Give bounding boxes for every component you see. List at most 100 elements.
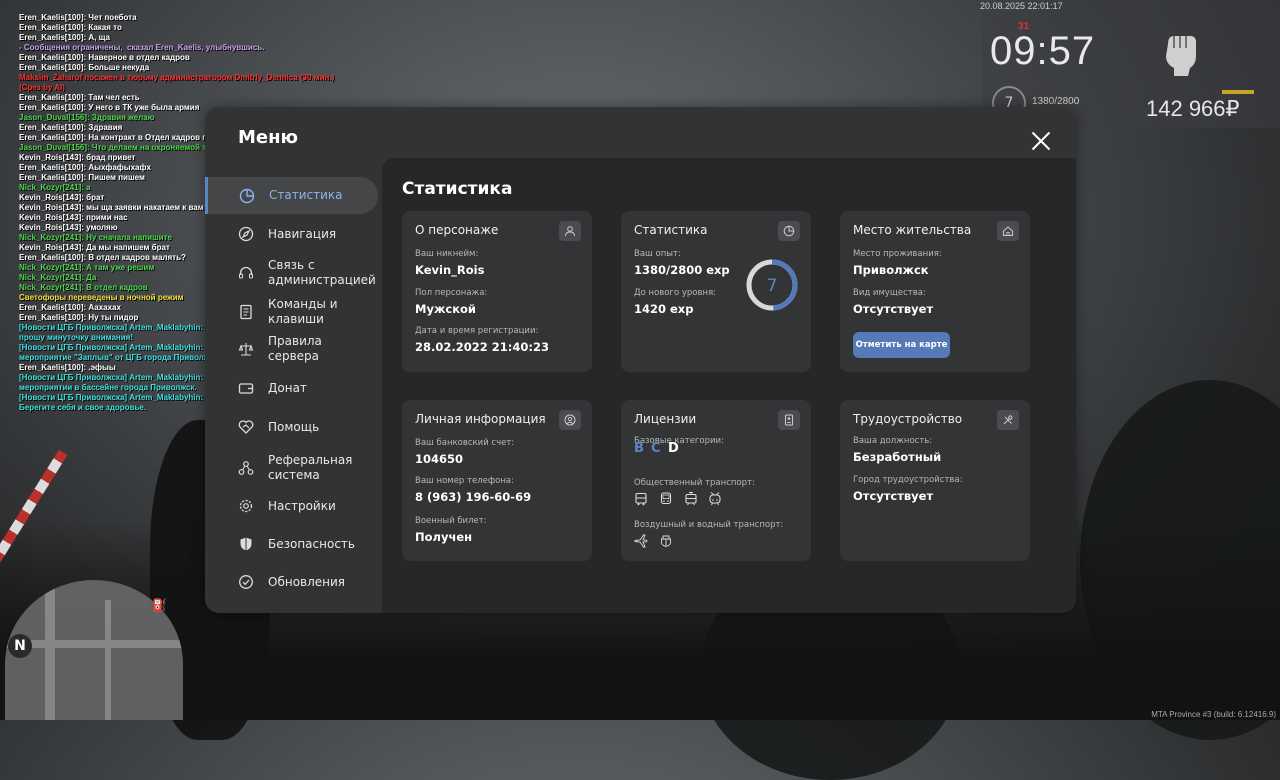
- referral-icon: [237, 459, 255, 477]
- residence-place-value: Приволжск: [853, 263, 929, 277]
- card-licenses: Лицензии Базовые категории: B C D Общест…: [621, 400, 811, 561]
- level-number: 7: [767, 276, 778, 296]
- tools-icon: [997, 410, 1019, 430]
- handshake-icon: [237, 418, 255, 436]
- gender-label: Пол персонажа:: [415, 288, 488, 298]
- residence-place-label: Место проживания:: [853, 249, 942, 259]
- wallet-icon: [237, 379, 255, 397]
- sidebar-item-label: Команды и клавиши: [268, 297, 338, 326]
- position-value: Безработный: [853, 450, 942, 464]
- minimap-north-marker: N: [8, 634, 32, 658]
- compass-icon: [237, 225, 255, 243]
- sidebar-item-help[interactable]: Помощь: [207, 413, 375, 441]
- bank-value: 104650: [415, 452, 464, 466]
- chat-line: - Сообщения ограничены, сказал Eren_Kael…: [19, 43, 265, 52]
- license-category-b: B: [634, 441, 644, 456]
- next-level-value: 1420 exp: [634, 302, 694, 316]
- trolleybus-icon: [709, 492, 721, 506]
- hud-money: 142 966₽: [1146, 96, 1240, 121]
- chat-line: Maksim_Zaharof посажен в тюрьму админист…: [19, 73, 337, 92]
- registration-label: Дата и время регистрации:: [415, 326, 539, 336]
- bank-label: Ваш банковский счет:: [415, 438, 515, 448]
- card-statistics: Статистика Ваш опыт: 1380/2800 exp До но…: [621, 211, 811, 372]
- card-character: О персонаже Ваш никнейм: Kevin_Rois Пол …: [402, 211, 592, 372]
- level-progress-ring: 7: [746, 259, 798, 311]
- pie-chart-icon: [238, 187, 256, 205]
- exp-value: 1380/2800 exp: [634, 263, 730, 277]
- sidebar-item-security[interactable]: Безопасность: [207, 530, 375, 558]
- sidebar-item-label: Обновления: [268, 574, 346, 589]
- phone-label: Ваш номер телефона:: [415, 476, 514, 486]
- user-icon: [559, 221, 581, 241]
- sidebar-item-label: Безопасность: [268, 536, 355, 551]
- registration-value: 28.02.2022 21:40:23: [415, 340, 549, 354]
- nickname-value: Kevin_Rois: [415, 263, 485, 277]
- user-circle-icon: [559, 410, 581, 430]
- sidebar-item-label: Правила сервера: [268, 334, 322, 363]
- sidebar-item-rules[interactable]: Правила сервера: [207, 334, 375, 363]
- sidebar-item-referral[interactable]: Реферальная система: [207, 450, 375, 486]
- sidebar-item-settings[interactable]: Настройки: [207, 492, 375, 520]
- property-value: Отсутствует: [853, 302, 934, 316]
- card-title: О персонаже: [415, 223, 499, 237]
- minimap-road: [105, 600, 111, 720]
- card-title: Трудоустройство: [853, 412, 963, 426]
- chat-line: Eren_Kaelis[100]: Больше некуда: [19, 63, 150, 72]
- military-value: Получен: [415, 530, 473, 544]
- chat-line: Eren_Kaelis[100]: Наверное в отдел кадро…: [19, 53, 190, 62]
- build-info: MTA Province #3 (build: 6.12416.9): [1151, 710, 1276, 719]
- card-title: Статистика: [634, 223, 708, 237]
- sidebar-item-statistics[interactable]: Статистика: [205, 177, 378, 214]
- military-label: Военный билет:: [415, 516, 487, 526]
- document-icon: [237, 303, 255, 321]
- card-title: Личная информация: [415, 412, 546, 426]
- position-label: Ваша должность:: [853, 436, 933, 446]
- sidebar-item-label: Статистика: [269, 188, 343, 202]
- boat-icon: [661, 535, 671, 547]
- hud-datetime: 20.08.2025 22:01:17: [980, 1, 1063, 11]
- chat-line: Eren_Kaelis[100]: А, ща: [19, 33, 110, 42]
- gender-value: Мужской: [415, 302, 476, 316]
- sidebar-item-label: Реферальная система: [268, 453, 353, 482]
- next-level-label: До нового уровня:: [634, 288, 717, 298]
- rules-icon: [237, 340, 255, 358]
- sidebar-item-updates[interactable]: Обновления: [207, 568, 375, 596]
- phone-value: 8 (963) 196-60-69: [415, 490, 532, 504]
- sidebar-item-donate[interactable]: Донат: [207, 374, 375, 402]
- chat-line: Eren_Kaelis[100]: Чет поебота: [19, 13, 137, 22]
- property-label: Вид имущества:: [853, 288, 926, 298]
- sidebar-item-label: Связь с администрацией: [268, 258, 376, 287]
- menu-title: Меню: [238, 127, 299, 148]
- chat-line: Eren_Kaelis[100]: Какая то: [19, 23, 122, 32]
- minimap-road: [45, 580, 55, 720]
- exp-label: Ваш опыт:: [634, 249, 681, 259]
- employment-city-label: Город трудоустройства:: [853, 475, 963, 485]
- headset-icon: [237, 264, 255, 282]
- sidebar-item-label: Настройки: [268, 498, 336, 513]
- mark-on-map-button[interactable]: Отметить на карте: [853, 332, 950, 358]
- air-water-transport-label: Воздушный и водный транспорт:: [634, 520, 784, 530]
- bus-front-icon: [660, 492, 672, 505]
- license-icon: [778, 410, 800, 430]
- home-icon: [997, 221, 1019, 241]
- sidebar-item-admin-contact[interactable]: Связь с администрацией: [207, 255, 376, 291]
- hud-exp: 1380/2800: [1032, 96, 1080, 107]
- menu-window: Меню Статистика Навигация Связь с админи…: [205, 107, 1076, 613]
- public-transport-label: Общественный транспорт:: [634, 478, 755, 488]
- hud-clock: 09:57: [990, 29, 1096, 73]
- gear-icon: [237, 497, 255, 515]
- bus-icon: [635, 492, 647, 506]
- pie-chart-icon: [778, 221, 800, 241]
- license-category-d: D: [668, 441, 679, 456]
- close-icon[interactable]: [1029, 129, 1053, 153]
- hud-money-bar: [1222, 90, 1254, 94]
- shield-icon: [237, 535, 255, 553]
- card-title: Лицензии: [634, 412, 697, 426]
- fist-icon: [1166, 36, 1196, 76]
- page-title: Статистика: [402, 179, 513, 199]
- sidebar-item-commands[interactable]: Команды и клавиши: [207, 294, 375, 330]
- card-employment: Трудоустройство Ваша должность: Безработ…: [840, 400, 1030, 561]
- sidebar-item-navigation[interactable]: Навигация: [207, 217, 375, 251]
- check-circle-icon: [237, 573, 255, 591]
- employment-city-value: Отсутствует: [853, 489, 934, 503]
